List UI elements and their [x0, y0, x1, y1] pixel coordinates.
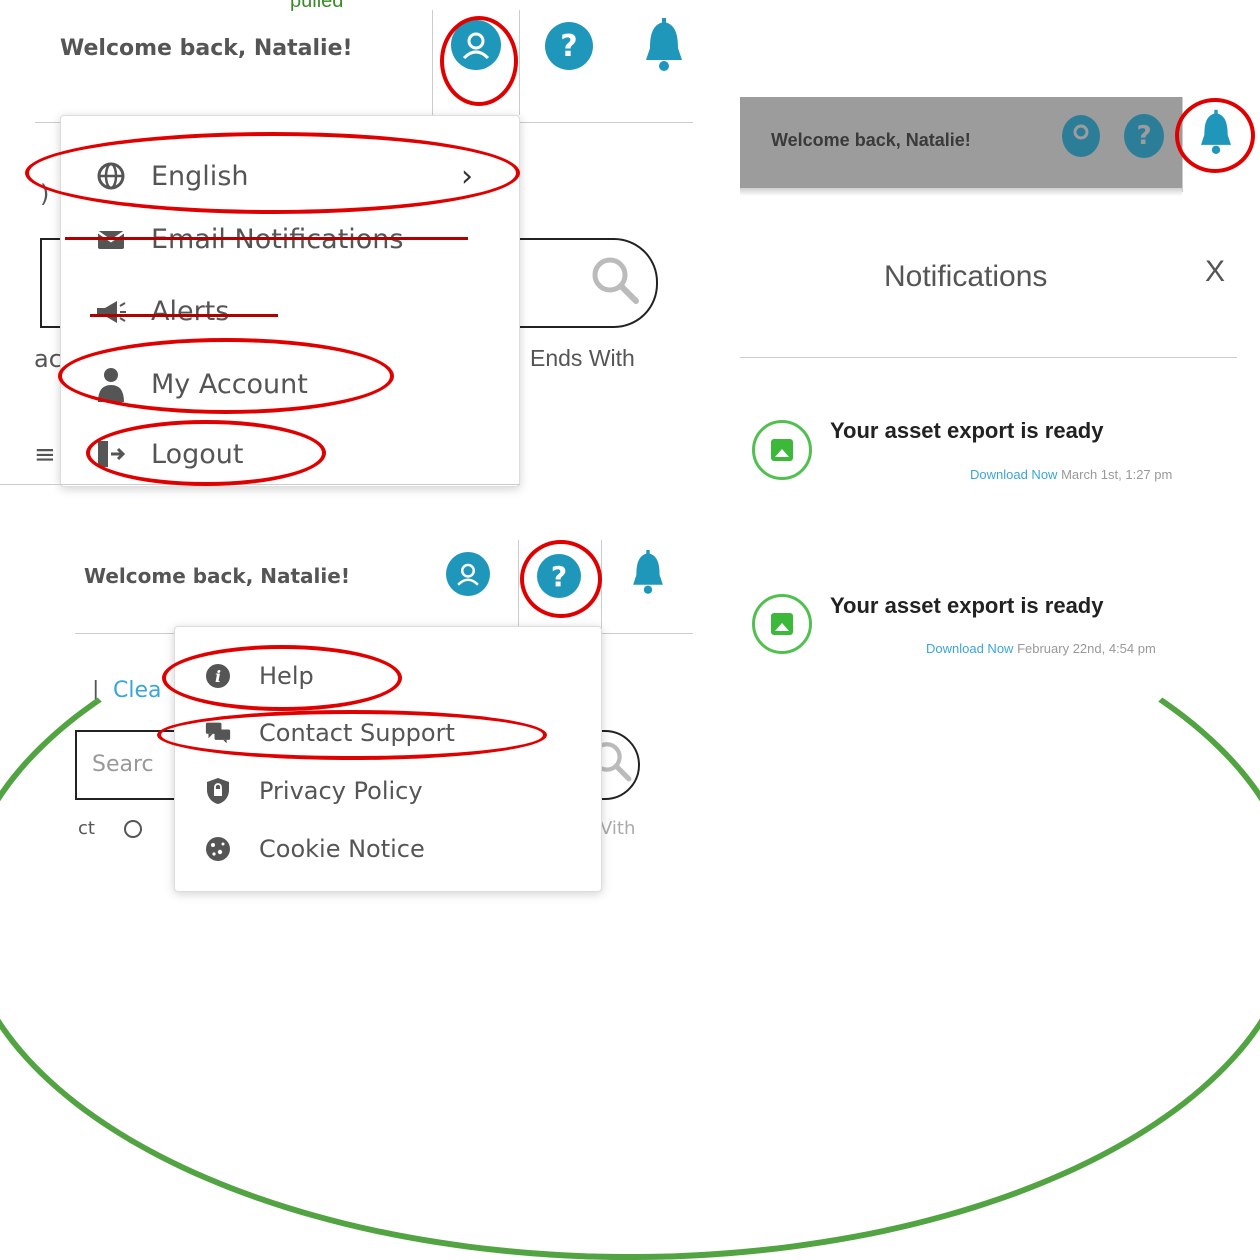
- panel-divider: [740, 357, 1237, 358]
- bell-icon[interactable]: [640, 18, 688, 76]
- notification-time: March 1st, 1:27 pm: [1061, 467, 1173, 482]
- filter-icon[interactable]: ≡: [34, 440, 56, 470]
- welcome-text: Welcome back, Natalie!: [771, 130, 971, 150]
- header-shadow: [740, 188, 1182, 196]
- menu-item-label: Alerts: [151, 296, 230, 327]
- search-icon[interactable]: [590, 255, 642, 307]
- decorative-green-arc: [0, 560, 1260, 1260]
- highlight-my-account: [58, 338, 394, 414]
- user-circle-icon: [1073, 124, 1089, 140]
- close-icon[interactable]: X: [1205, 255, 1225, 289]
- question-icon: ?: [560, 28, 578, 64]
- menu-item-alerts[interactable]: Alerts: [93, 296, 229, 327]
- image-icon: [752, 420, 812, 480]
- notifications-title: Notifications: [884, 260, 1048, 293]
- help-button[interactable]: ?: [1124, 114, 1164, 158]
- megaphone-icon: [93, 298, 129, 326]
- ac-fragment: ac: [34, 345, 62, 373]
- notification-meta: Download Now March 1st, 1:27 pm: [970, 467, 1172, 482]
- highlight-logout: [86, 420, 326, 486]
- notification-title: Your asset export is ready: [830, 418, 1104, 443]
- strike-alerts: [90, 314, 278, 317]
- welcome-text: Welcome back, Natalie!: [60, 36, 353, 61]
- help-button[interactable]: ?: [545, 22, 593, 70]
- strike-email: [65, 237, 468, 240]
- highlight-profile: [440, 16, 518, 106]
- section-divider: [0, 484, 520, 485]
- welcome-text: Welcome back, Natalie!: [84, 564, 350, 588]
- caption-text: pulled: [290, 0, 344, 12]
- ends-with-label: Ends With: [530, 345, 635, 371]
- question-icon: ?: [1136, 121, 1152, 151]
- download-now-link[interactable]: Download Now: [970, 467, 1057, 482]
- highlight-bell: [1175, 98, 1255, 173]
- highlight-english: [25, 132, 520, 214]
- profile-button[interactable]: [1062, 115, 1100, 157]
